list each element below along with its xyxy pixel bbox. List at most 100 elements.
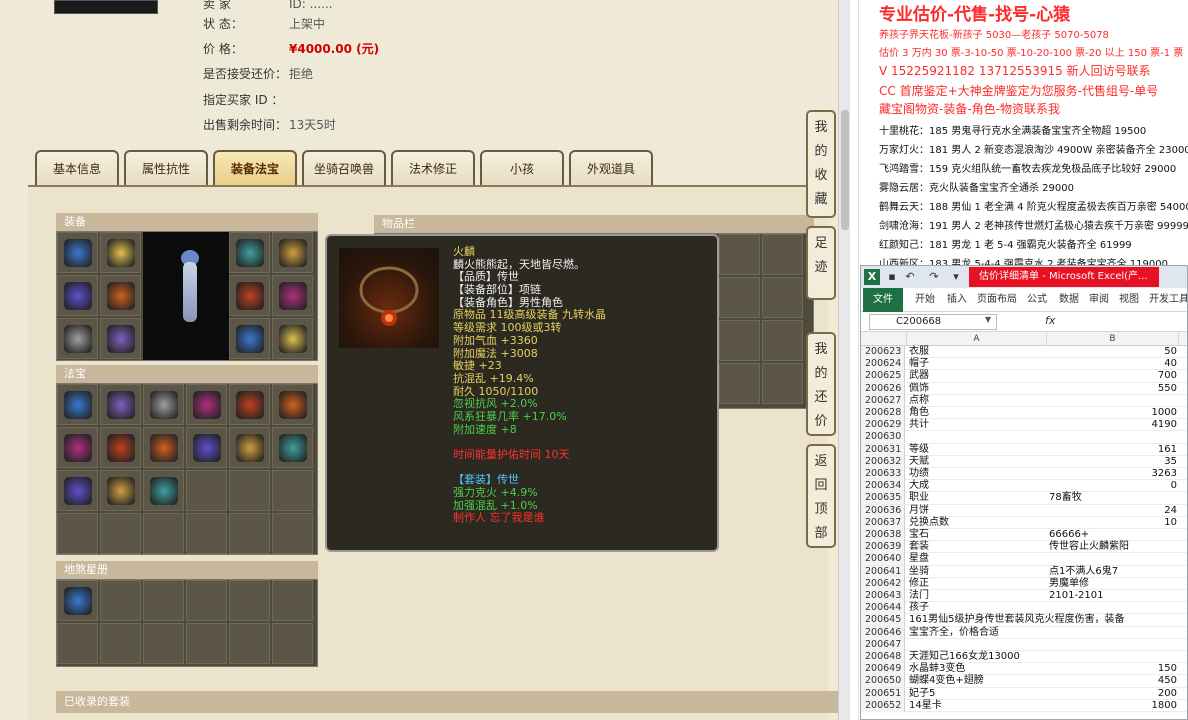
cell-b[interactable]: 男魔单修 — [1047, 578, 1179, 590]
equip-slot[interactable] — [272, 232, 313, 273]
table-row[interactable]: 200636 月饼 24 — [861, 504, 1187, 517]
row-number[interactable]: 200652 — [861, 699, 905, 712]
table-row[interactable]: 200639 套装 传世容止火麟紫阳 — [861, 541, 1187, 554]
fabao-slot[interactable] — [100, 427, 141, 468]
cell-b[interactable]: 3263 — [1047, 468, 1179, 480]
table-row[interactable]: 200634 大成 0 — [861, 480, 1187, 493]
table-row[interactable]: 200642 修正 男魔单修 — [861, 577, 1187, 590]
cell-b[interactable]: 24 — [1047, 505, 1179, 517]
fabao-slot[interactable] — [272, 384, 313, 425]
cell-a[interactable]: 点称 — [907, 395, 1045, 407]
name-box[interactable]: C200668 — [869, 314, 997, 330]
inventory-slot[interactable] — [762, 234, 803, 275]
worksheet[interactable]: A B 200623 衣服 50 200624 帽子 40 200625 武器 700 20062… — [861, 332, 1187, 719]
fabao-slot[interactable] — [143, 513, 184, 554]
row-number[interactable]: 200639 — [861, 541, 905, 554]
equip-slot[interactable] — [272, 275, 313, 316]
row-number[interactable]: 200646 — [861, 626, 905, 639]
row-number[interactable]: 200625 — [861, 370, 905, 383]
map-slot[interactable] — [57, 580, 98, 621]
fabao-slot[interactable] — [186, 513, 227, 554]
select-all-corner[interactable] — [861, 332, 907, 346]
table-row[interactable]: 200627 点称 — [861, 394, 1187, 407]
cell-a[interactable]: 法门 — [907, 590, 1045, 602]
cell-b[interactable]: 点1不满人6鬼7 — [1047, 566, 1179, 578]
row-number[interactable]: 200629 — [861, 419, 905, 432]
name-box-dropdown-icon[interactable]: ▼ — [985, 315, 991, 324]
cell-a[interactable]: 职业 — [907, 492, 1045, 504]
equip-slot[interactable] — [229, 275, 270, 316]
tab-0[interactable]: 基本信息 — [35, 150, 119, 186]
cell-a[interactable]: 天涯知己166女龙13000 — [907, 651, 1045, 663]
side-button-3[interactable]: 返 回 顶 部 — [806, 444, 836, 548]
cell-b[interactable]: 150 — [1047, 663, 1179, 675]
table-row[interactable]: 200626 佩饰 550 — [861, 382, 1187, 395]
column-header-b[interactable]: B — [1047, 332, 1179, 346]
customize-icon[interactable]: ▾ — [949, 270, 963, 284]
cell-b[interactable]: 700 — [1047, 370, 1179, 382]
ribbon-tab-0[interactable]: 文件 — [863, 288, 903, 312]
cell-a[interactable]: 共计 — [907, 419, 1045, 431]
fabao-slot[interactable] — [143, 427, 184, 468]
table-row[interactable]: 200651 妃子5 200 — [861, 687, 1187, 700]
table-row[interactable]: 200629 共计 4190 — [861, 419, 1187, 432]
cell-b[interactable]: 450 — [1047, 675, 1179, 687]
cell-b[interactable]: 1800 — [1047, 700, 1179, 712]
row-number[interactable]: 200627 — [861, 394, 905, 407]
fabao-slot[interactable] — [100, 470, 141, 511]
inventory-slot[interactable] — [719, 363, 760, 404]
ribbon-tab-4[interactable]: 公式 — [1027, 288, 1047, 312]
cell-a[interactable]: 妃子5 — [907, 688, 1045, 700]
page-scrollbar[interactable] — [838, 0, 850, 720]
row-number[interactable]: 200650 — [861, 675, 905, 688]
ribbon-tab-3[interactable]: 页面布局 — [977, 288, 1017, 312]
table-row[interactable]: 200643 法门 2101-2101 — [861, 590, 1187, 603]
equip-slot[interactable] — [100, 318, 141, 359]
column-header-a[interactable]: A — [907, 332, 1047, 346]
ribbon-tab-1[interactable]: 开始 — [915, 288, 935, 312]
map-slot[interactable] — [143, 623, 184, 664]
table-row[interactable]: 200644 孩子 — [861, 602, 1187, 615]
table-row[interactable]: 200633 功绩 3263 — [861, 468, 1187, 481]
fabao-slot[interactable] — [272, 513, 313, 554]
cell-a[interactable]: 佩饰 — [907, 383, 1045, 395]
row-number[interactable]: 200642 — [861, 577, 905, 590]
row-number[interactable]: 200623 — [861, 346, 905, 358]
cell-a[interactable]: 14星卡 — [907, 700, 1045, 712]
fabao-slot[interactable] — [229, 470, 270, 511]
fabao-slot[interactable] — [186, 384, 227, 425]
inventory-slot[interactable] — [719, 234, 760, 275]
cell-a[interactable]: 武器 — [907, 370, 1045, 382]
fabao-slot[interactable] — [57, 513, 98, 554]
cell-b[interactable]: 78畜牧 — [1047, 492, 1179, 504]
equip-slot[interactable] — [229, 232, 270, 273]
fabao-slot[interactable] — [186, 427, 227, 468]
cell-b[interactable]: 550 — [1047, 383, 1179, 395]
undo-icon[interactable]: ↶ — [903, 270, 917, 284]
fabao-slot[interactable] — [186, 470, 227, 511]
table-row[interactable]: 200637 兑换点数 10 — [861, 516, 1187, 529]
table-row[interactable]: 200625 武器 700 — [861, 370, 1187, 383]
row-number[interactable]: 200651 — [861, 687, 905, 700]
cell-a[interactable]: 宝宝齐全，价格合适 — [907, 627, 1045, 639]
map-slot[interactable] — [100, 623, 141, 664]
map-slot[interactable] — [229, 623, 270, 664]
row-number[interactable]: 200626 — [861, 382, 905, 395]
fabao-slot[interactable] — [57, 384, 98, 425]
fabao-slot[interactable] — [143, 384, 184, 425]
row-number[interactable]: 200632 — [861, 455, 905, 468]
cell-a[interactable]: 星盘 — [907, 553, 1045, 565]
cell-a[interactable]: 月饼 — [907, 505, 1045, 517]
row-number[interactable]: 200624 — [861, 358, 905, 371]
cell-a[interactable]: 孩子 — [907, 602, 1045, 614]
cell-a[interactable]: 161男仙5级护身传世套装风克火程度伤害，装备 — [907, 614, 1124, 626]
cell-b[interactable]: 1000 — [1047, 407, 1179, 419]
map-slot[interactable] — [229, 580, 270, 621]
equip-slot[interactable] — [229, 318, 270, 359]
cell-a[interactable]: 宝石 — [907, 529, 1045, 541]
row-number[interactable]: 200631 — [861, 443, 905, 456]
fabao-slot[interactable] — [100, 384, 141, 425]
tab-5[interactable]: 小孩 — [480, 150, 564, 186]
table-row[interactable]: 200649 水晶蚌3变色 150 — [861, 663, 1187, 676]
table-row[interactable]: 200647 — [861, 638, 1187, 651]
